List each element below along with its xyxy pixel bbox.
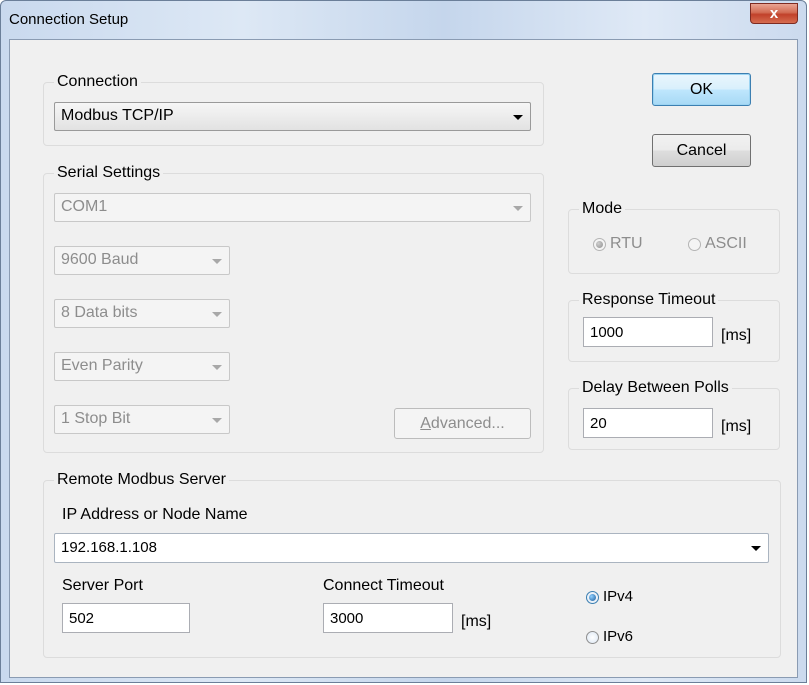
ipv4-radio[interactable] xyxy=(586,591,599,604)
connect-timeout-unit: [ms] xyxy=(461,613,492,630)
response-timeout-legend: Response Timeout xyxy=(579,291,719,309)
stop-bits-dropdown[interactable]: 1 Stop Bit xyxy=(54,405,230,434)
serial-port-value: COM1 xyxy=(61,198,108,215)
connect-timeout-label: Connect Timeout xyxy=(323,577,444,594)
ip-address-combobox[interactable]: 192.168.1.108 xyxy=(54,533,769,563)
ascii-radio[interactable] xyxy=(688,238,701,251)
baud-rate-value: 9600 Baud xyxy=(61,251,139,268)
server-port-input[interactable]: 502 xyxy=(62,603,190,633)
parity-dropdown[interactable]: Even Parity xyxy=(54,352,230,381)
advanced-label: dvanced... xyxy=(430,415,505,432)
server-port-label: Server Port xyxy=(62,577,143,594)
connect-timeout-input[interactable]: 3000 xyxy=(323,603,453,633)
ipv6-label: IPv6 xyxy=(603,628,634,645)
radio-selected-dot xyxy=(589,594,596,601)
data-bits-value: 8 Data bits xyxy=(61,304,138,321)
baud-rate-dropdown[interactable]: 9600 Baud xyxy=(54,246,230,275)
chevron-down-icon xyxy=(212,312,222,317)
stop-bits-value: 1 Stop Bit xyxy=(61,410,131,427)
dialog-client-area: Connection Modbus TCP/IP OK Cancel Seria… xyxy=(9,39,798,678)
radio-selected-dot xyxy=(596,241,603,248)
close-icon: x xyxy=(769,5,779,22)
data-bits-dropdown[interactable]: 8 Data bits xyxy=(54,299,230,328)
chevron-down-icon xyxy=(212,259,222,264)
chevron-down-icon xyxy=(212,365,222,370)
connection-legend: Connection xyxy=(54,73,141,91)
close-button[interactable]: x xyxy=(750,3,798,24)
cancel-button[interactable]: Cancel xyxy=(652,134,751,167)
rtu-label: RTU xyxy=(610,235,643,252)
connection-type-value: Modbus TCP/IP xyxy=(61,107,174,124)
remote-modbus-server-legend: Remote Modbus Server xyxy=(54,471,229,489)
connection-type-dropdown[interactable]: Modbus TCP/IP xyxy=(54,102,531,131)
ascii-label: ASCII xyxy=(705,235,747,252)
chevron-down-icon xyxy=(212,418,222,423)
connection-setup-window: Connection Setup x Connection Modbus TCP… xyxy=(0,0,807,683)
rtu-radio[interactable] xyxy=(593,238,606,251)
delay-between-polls-input[interactable]: 20 xyxy=(583,408,713,438)
mode-legend: Mode xyxy=(579,200,626,218)
ok-label: OK xyxy=(689,81,714,98)
response-timeout-input[interactable]: 1000 xyxy=(583,317,713,347)
delay-between-polls-unit: [ms] xyxy=(721,418,752,435)
serial-port-dropdown[interactable]: COM1 xyxy=(54,193,531,222)
window-title: Connection Setup xyxy=(9,11,129,28)
cancel-label: Cancel xyxy=(676,142,727,159)
advanced-mnemonic: A xyxy=(420,415,431,432)
ok-button[interactable]: OK xyxy=(652,73,751,106)
parity-value: Even Parity xyxy=(61,357,143,374)
response-timeout-unit: [ms] xyxy=(721,327,752,344)
chevron-down-icon xyxy=(751,546,761,551)
ip-address-value: 192.168.1.108 xyxy=(61,539,157,556)
title-bar: Connection Setup x xyxy=(1,1,806,41)
chevron-down-icon xyxy=(513,115,523,120)
chevron-down-icon xyxy=(513,206,523,211)
delay-between-polls-legend: Delay Between Polls xyxy=(579,379,732,397)
ipv6-radio[interactable] xyxy=(586,631,599,644)
ipv4-label: IPv4 xyxy=(603,588,634,605)
ip-address-label: IP Address or Node Name xyxy=(62,506,248,523)
serial-settings-legend: Serial Settings xyxy=(54,164,164,182)
advanced-button[interactable]: Advanced... xyxy=(394,408,531,439)
